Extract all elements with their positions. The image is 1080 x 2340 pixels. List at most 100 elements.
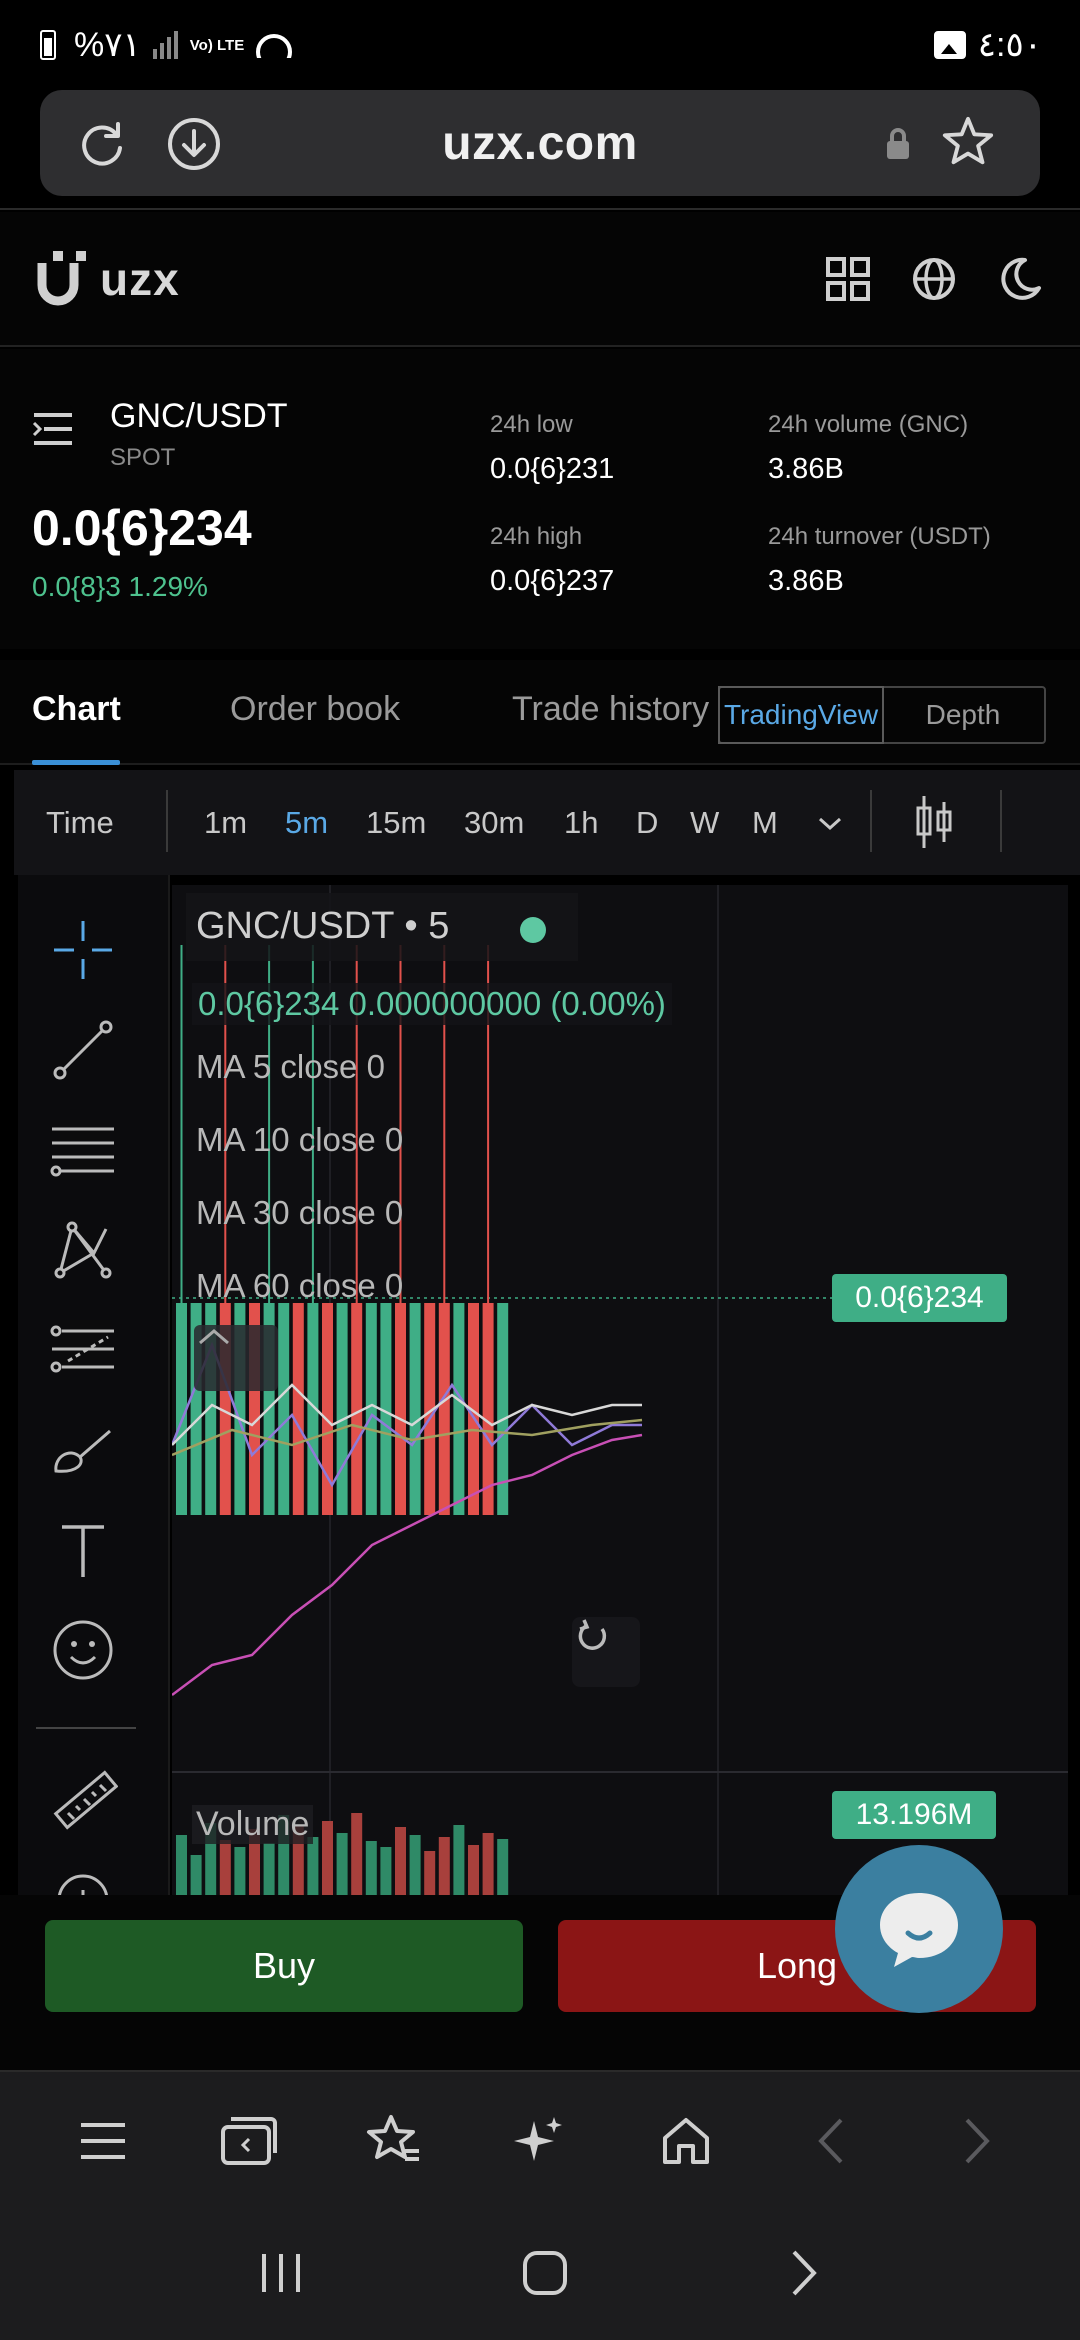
volume-bar bbox=[351, 1813, 363, 1895]
interval-d[interactable]: D bbox=[636, 805, 658, 841]
menu-icon[interactable] bbox=[73, 2111, 133, 2171]
time-label[interactable]: Time bbox=[46, 805, 114, 841]
back-arrow-icon[interactable] bbox=[801, 2111, 861, 2171]
text-tool-icon[interactable] bbox=[48, 1515, 118, 1585]
fib-retracement-icon[interactable] bbox=[48, 1315, 118, 1385]
pattern-tool-icon[interactable] bbox=[48, 1215, 118, 1285]
stat-label: 24h volume (GNC) bbox=[768, 411, 969, 438]
market-summary: GNC/USDT SPOT 0.0{6}234 0.0{8}3 1.29% 24… bbox=[0, 349, 1080, 649]
reload-icon[interactable] bbox=[74, 116, 130, 172]
volume-bar bbox=[380, 1847, 392, 1895]
tab-order-book[interactable]: Order book bbox=[230, 690, 400, 729]
stat-24h-turnover: 24h turnover (USDT) 3.86B bbox=[768, 523, 991, 598]
stat-24h-low: 24h low 0.0{6}231 bbox=[490, 411, 614, 486]
battery-icon bbox=[40, 30, 56, 60]
crosshair-icon[interactable] bbox=[48, 915, 118, 985]
last-price: 0.0{6}234 bbox=[32, 500, 252, 556]
emoji-icon[interactable] bbox=[48, 1615, 118, 1685]
interval-5m[interactable]: 5m bbox=[285, 805, 328, 841]
tabs-icon[interactable] bbox=[219, 2111, 279, 2171]
candle bbox=[278, 1303, 290, 1515]
volume-bar bbox=[468, 1845, 479, 1895]
interval-1m[interactable]: 1m bbox=[204, 805, 247, 841]
image-notification-icon bbox=[933, 31, 966, 59]
stat-value: 0.0{6}237 bbox=[490, 565, 615, 597]
tab-trade-history[interactable]: Trade history bbox=[512, 690, 709, 729]
stat-24h-high: 24h high 0.0{6}237 bbox=[490, 523, 614, 598]
ai-sparkle-icon[interactable] bbox=[510, 2111, 570, 2171]
uzx-logo-icon bbox=[37, 250, 86, 305]
toggle-depth[interactable]: Depth bbox=[882, 688, 1044, 742]
ma60-legend[interactable]: MA 60 close 0 bbox=[196, 1267, 403, 1305]
dark-mode-moon-icon[interactable] bbox=[996, 255, 1044, 303]
ma30-legend[interactable]: MA 30 close 0 bbox=[196, 1194, 403, 1232]
volume-bar bbox=[176, 1835, 187, 1895]
apps-grid-icon[interactable] bbox=[824, 255, 872, 303]
chat-bubble-icon bbox=[880, 1893, 958, 1967]
candle bbox=[409, 1303, 421, 1515]
price-chart[interactable]: GNC/USDT • 5 0.0{6}234 0.000000000 (0.00… bbox=[172, 885, 1068, 1895]
candlestick-chart[interactable] bbox=[172, 885, 1068, 1895]
view-tabs: Chart Order book Trade history TradingVi… bbox=[0, 660, 1080, 765]
interval-m[interactable]: M bbox=[752, 805, 778, 841]
wifi-icon bbox=[256, 32, 293, 58]
clock: ٤:٥٠ bbox=[977, 26, 1042, 64]
system-back-icon[interactable] bbox=[786, 2248, 822, 2303]
reset-icon bbox=[578, 1619, 607, 1650]
pair-name[interactable]: GNC/USDT bbox=[110, 397, 288, 436]
status-left: %٧١ Vo) LTE bbox=[40, 25, 293, 65]
volume-bar bbox=[497, 1839, 509, 1895]
volume-bar bbox=[395, 1827, 406, 1895]
home-button-icon[interactable] bbox=[521, 2249, 569, 2302]
collapse-legend-button[interactable] bbox=[194, 1325, 278, 1391]
lte-indicator: Vo) LTE bbox=[189, 36, 245, 54]
chart-symbol: GNC/USDT • 5 bbox=[196, 905, 449, 948]
address-bar[interactable]: uzx.com bbox=[40, 90, 1040, 196]
stat-label: 24h turnover (USDT) bbox=[768, 523, 991, 550]
system-navigation-bar bbox=[0, 2210, 1080, 2340]
interval-1h[interactable]: 1h bbox=[564, 805, 598, 841]
candlestick-type-icon[interactable] bbox=[914, 794, 954, 858]
volume-bar bbox=[322, 1821, 333, 1895]
volume-bar bbox=[219, 1840, 231, 1895]
horizontal-lines-icon[interactable] bbox=[48, 1115, 118, 1185]
bookmarks-icon[interactable] bbox=[364, 2111, 424, 2171]
volume-bar bbox=[234, 1847, 246, 1895]
buy-button[interactable]: Buy bbox=[45, 1920, 523, 2012]
ruler-icon[interactable] bbox=[48, 1765, 118, 1835]
stat-24h-volume: 24h volume (GNC) 3.86B bbox=[768, 411, 968, 486]
volume-bar bbox=[482, 1833, 494, 1895]
interval-w[interactable]: W bbox=[690, 805, 719, 841]
volume-legend[interactable]: Volume bbox=[192, 1805, 314, 1844]
chevron-down-icon[interactable] bbox=[816, 806, 844, 842]
download-icon[interactable] bbox=[166, 116, 222, 172]
tab-chart[interactable]: Chart bbox=[32, 690, 121, 729]
volume-tag: 13.196M bbox=[832, 1791, 996, 1839]
market-list-menu-icon[interactable] bbox=[32, 411, 74, 452]
toggle-tradingview[interactable]: TradingView bbox=[718, 686, 884, 744]
support-chat-button[interactable] bbox=[835, 1845, 1003, 2013]
ma10-legend[interactable]: MA 10 close 0 bbox=[196, 1121, 403, 1159]
candle bbox=[395, 1303, 406, 1515]
lock-icon[interactable] bbox=[878, 116, 918, 172]
forward-arrow-icon[interactable] bbox=[947, 2111, 1007, 2171]
ohlc-legend: 0.0{6}234 0.000000000 (0.00%) bbox=[192, 983, 672, 1025]
volume-bar bbox=[424, 1851, 436, 1895]
volume-bar bbox=[365, 1841, 377, 1895]
home-icon[interactable] bbox=[656, 2111, 716, 2171]
reset-chart-button[interactable] bbox=[572, 1617, 640, 1687]
market-status-dot bbox=[520, 917, 546, 943]
stat-value: 3.86B bbox=[768, 565, 844, 597]
recent-apps-icon[interactable] bbox=[258, 2252, 304, 2299]
stat-label: 24h high bbox=[490, 523, 583, 550]
chart-type-toggle: TradingView Depth bbox=[718, 686, 1046, 744]
brush-icon[interactable] bbox=[48, 1415, 118, 1485]
trend-line-icon[interactable] bbox=[48, 1015, 118, 1085]
chevron-up-icon bbox=[199, 1329, 229, 1345]
uzx-logo[interactable]: uzx bbox=[36, 249, 180, 309]
interval-30m[interactable]: 30m bbox=[464, 805, 524, 841]
globe-icon[interactable] bbox=[910, 255, 958, 303]
bookmark-star-icon[interactable] bbox=[940, 114, 996, 170]
ma5-legend[interactable]: MA 5 close 0 bbox=[196, 1048, 385, 1086]
interval-15m[interactable]: 15m bbox=[366, 805, 426, 841]
